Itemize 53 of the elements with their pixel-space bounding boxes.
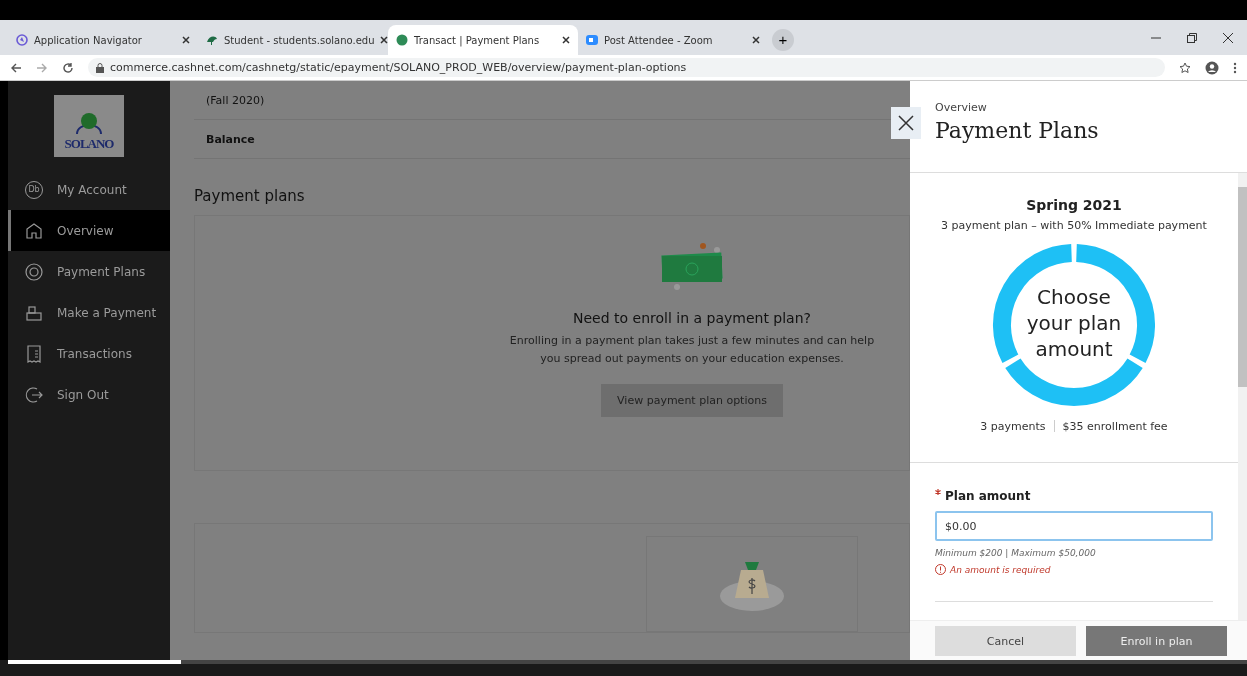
camera-icon [586, 34, 598, 46]
plan-term: Spring 2021 [1026, 197, 1122, 213]
house-icon [25, 221, 43, 240]
lock-icon [96, 62, 104, 73]
video-progress-bar[interactable] [8, 660, 1247, 664]
plan-description: 3 payment plan – with 50% Immediate payment [941, 219, 1207, 232]
sidebar-item[interactable]: Make a Payment [8, 292, 170, 333]
empty-state-text: Enrolling in a payment plan takes just a few minutes and can help you spread out payments on your education expenses. [508, 333, 876, 367]
enroll-button[interactable]: Enroll in plan [1086, 626, 1227, 656]
error-message: An amount is required [950, 564, 1051, 575]
sidebar-item[interactable]: Sign Out [8, 374, 170, 415]
amount-hint: Minimum $200 | Maximum $50,000 [935, 548, 1097, 558]
donut-label: Choose your plan amount [1025, 284, 1123, 362]
receipt-icon [25, 344, 43, 363]
enrollment-fee: $35 enrollment fee [1062, 420, 1168, 433]
close-icon[interactable] [380, 36, 389, 44]
close-icon[interactable] [182, 36, 190, 44]
browser-tab[interactable]: Transact | Payment Plans [388, 25, 578, 55]
cash-register-icon [25, 303, 43, 322]
back-icon[interactable] [10, 61, 22, 74]
address-bar[interactable]: commerce.cashnet.com/cashnetg/static/epayment/SOLANO_PROD_WEB/overview/payment-plan-options [88, 58, 1165, 77]
new-tab-button[interactable]: + [772, 29, 794, 51]
browser-tab[interactable]: Application Navigator [8, 25, 198, 55]
profile-icon[interactable] [1205, 60, 1219, 75]
plan-amount-field[interactable]: $0.00 [935, 511, 1213, 541]
sign-out-icon [25, 385, 43, 404]
close-icon[interactable] [752, 36, 760, 44]
close-icon[interactable] [1223, 33, 1233, 43]
scrollbar[interactable] [1238, 173, 1247, 620]
section-title: Payment plans [194, 187, 306, 205]
restore-icon[interactable] [1187, 33, 1197, 43]
close-button[interactable] [891, 107, 921, 139]
browser-tab[interactable]: Student - students.solano.edu [198, 25, 388, 55]
field-label: Plan amount [945, 489, 1031, 503]
breadcrumb: Overview [935, 101, 988, 114]
navigator-icon [16, 34, 28, 46]
lifebuoy-icon [25, 262, 43, 281]
cancel-button[interactable]: Cancel [935, 626, 1076, 656]
payment-count: 3 payments [980, 420, 1046, 433]
close-icon[interactable] [562, 36, 570, 44]
menu-icon[interactable] [1233, 61, 1237, 74]
panel-title: Payment Plans [935, 118, 1100, 143]
browser-tab[interactable]: Post Attendee - Zoom [578, 25, 768, 55]
logo-text: SOLANO [64, 136, 114, 151]
close-icon [898, 115, 914, 131]
empty-state-title: Need to enroll in a payment plan? [573, 310, 811, 326]
sidebar-item[interactable]: Overview [8, 210, 170, 251]
sidebar-item[interactable]: Payment Plans [8, 251, 170, 292]
sidebar-item[interactable]: Transactions [8, 333, 170, 374]
error-icon [935, 564, 946, 575]
sidebar-item[interactable]: Db My Account [8, 169, 170, 210]
star-icon[interactable] [1179, 61, 1191, 74]
reload-icon[interactable] [62, 61, 74, 74]
